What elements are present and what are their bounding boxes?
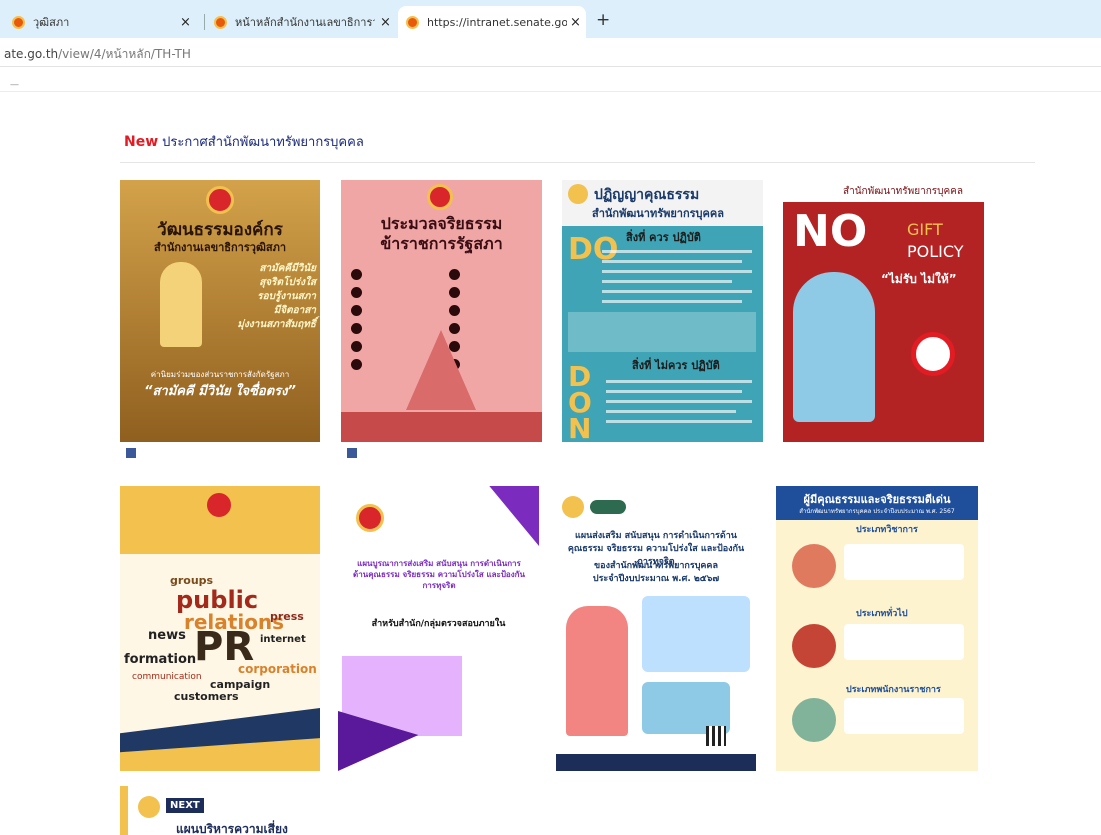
tab-senate[interactable]: วุฒิสภา × <box>12 6 191 38</box>
category-label: ประเภททั่วไป <box>856 609 908 619</box>
value-line: มีจิตอาสา <box>273 305 316 316</box>
poster-code-of-ethics[interactable]: ประมวลจริยธรรม ข้าราชการรัฐสภา <box>341 180 542 462</box>
slogan: “ไม่รับ ไม่ให้” <box>881 272 957 286</box>
tab-separator <box>204 14 205 30</box>
dont-heading: สิ่งที่ ไม่ควร ปฏิบัติ <box>632 359 720 372</box>
senate-emblem-icon <box>204 490 234 520</box>
gold-badge-icon <box>562 496 584 518</box>
tab-title: https://intranet.senate.go.th/view <box>427 15 567 29</box>
person-photo <box>792 624 836 668</box>
close-tab-icon[interactable]: × <box>380 15 391 30</box>
woman-photo <box>160 262 202 347</box>
word: corporation <box>238 662 317 676</box>
brand-logo: NEXT <box>166 798 204 813</box>
tab-senate-home[interactable]: หน้าหลักสำนักงานเลขาธิการวุฒิสภา × <box>214 6 394 38</box>
category-label: ประเภทพนักงานราชการ <box>846 685 941 695</box>
policy-text: POLICY <box>907 242 964 261</box>
poster-public-relations[interactable]: groups public relations press news PR in… <box>120 486 320 771</box>
tab-title: หน้าหลักสำนักงานเลขาธิการวุฒิสภา <box>235 16 375 29</box>
value-line: รอบรู้งานสภา <box>257 291 316 302</box>
poster-title: แผนบริหารความเสี่ยง <box>176 822 288 835</box>
poster-risk-management[interactable]: NEXT แผนบริหารความเสี่ยง <box>120 786 320 835</box>
word: internet <box>260 634 306 645</box>
poster-subtitle: สำนักงานเลขาธิการวุฒิสภา <box>153 241 287 254</box>
senate-favicon-icon <box>406 15 419 29</box>
poster-organization-culture[interactable]: วัฒนธรรมองค์กร สำนักงานเลขาธิการวุฒิสภา … <box>120 180 320 462</box>
gold-badge-icon <box>568 184 588 204</box>
tab-title: วุฒิสภา <box>33 16 70 29</box>
poster-subtitle: ข้าราชการรัฐสภา <box>380 234 503 253</box>
word: news <box>148 628 186 643</box>
close-tab-icon[interactable]: × <box>180 15 191 30</box>
senate-favicon-icon <box>12 15 25 29</box>
gold-badge-icon <box>138 796 160 818</box>
word: communication <box>132 672 202 682</box>
campaign-logo-icon <box>590 500 626 514</box>
poster-footer <box>783 442 984 462</box>
plan-year: ประจำปีงบประมาณ พ.ศ. ๒๕๖๗ <box>592 574 720 584</box>
url-path: /view/4/หน้าหลัก/TH-TH <box>58 47 191 61</box>
senate-emblem-icon <box>206 186 234 214</box>
poster-footer <box>562 442 763 462</box>
address-bar[interactable]: ate.go.th/view/4/หน้าหลัก/TH-TH <box>0 38 1101 67</box>
prohibited-gift-icon <box>911 332 955 376</box>
poster-org: สำนักพัฒนาทรัพยากรบุคคล <box>843 186 963 197</box>
category-label: ประเภทวิชาการ <box>856 525 918 535</box>
gift-text: GIFT <box>907 220 943 239</box>
slogan: “สามัคคี มีวินัย ใจซื่อตรง” <box>144 384 296 399</box>
section-heading[interactable]: New ประกาศสำนักพัฒนาทรัพยากรบุคคล <box>124 131 364 152</box>
poster-subtitle: สำนักพัฒนาทรัพยากรบุคคล ประจำปีงบประมาณ … <box>799 508 955 515</box>
poster-footer <box>120 442 320 462</box>
facebook-icon <box>126 448 136 458</box>
tab-intranet[interactable]: https://intranet.senate.go.th/view × <box>398 6 586 38</box>
facebook-icon <box>347 448 357 458</box>
no-text: NO <box>793 206 868 257</box>
person-photo <box>792 698 836 742</box>
url-host: ate.go.th <box>4 47 59 61</box>
senate-emblem-icon <box>427 184 453 210</box>
section-title: ประกาศสำนักพัฒนาทรัพยากรบุคคล <box>162 135 364 150</box>
page-top-marker: — <box>10 80 19 90</box>
section-divider <box>120 162 1035 163</box>
header-divider <box>0 91 1101 92</box>
value-line: มุ่งงานสภาสัมฤทธิ์ <box>237 319 316 330</box>
url-text[interactable]: ate.go.th/view/4/หน้าหลัก/TH-TH <box>4 45 191 64</box>
poster-integration-plan[interactable]: แผนบูรณาการส่งเสริม สนับสนุน การดำเนินกา… <box>338 486 539 771</box>
plan-headline: แผนบูรณาการส่งเสริม สนับสนุน การดำเนินกา… <box>353 559 525 590</box>
do-heading: สิ่งที่ ควร ปฏิบัติ <box>626 231 701 244</box>
senate-emblem-icon <box>356 504 384 532</box>
word: formation <box>124 652 197 667</box>
poster-org: สำนักพัฒนาทรัพยากรบุคคล <box>592 207 724 220</box>
senate-favicon-icon <box>214 15 227 29</box>
plan-org: ของสำนักพัฒนาทรัพยากรบุคคล <box>594 561 718 571</box>
word: customers <box>174 690 239 703</box>
man-photo <box>793 272 875 422</box>
qr-code-icon <box>706 726 726 746</box>
word: press <box>270 610 304 623</box>
poster-promotion-plan[interactable]: แผนส่งเสริม สนับสนุน การดำเนินการด้านคุณ… <box>556 486 756 771</box>
close-tab-icon[interactable]: × <box>570 15 581 30</box>
poster-title: ปฏิญญาคุณธรรม <box>594 187 700 203</box>
browser-tab-bar: วุฒิสภา × หน้าหลักสำนักงานเลขาธิการวุฒิส… <box>0 0 1101 38</box>
man-photo <box>566 606 628 736</box>
poster-ethics-exemplars[interactable]: ผู้มีคุณธรรมและจริยธรรมดีเด่น สำนักพัฒนา… <box>776 486 978 771</box>
person-photo <box>792 544 836 588</box>
plan-unit: สำหรับสำนัก/กลุ่มตรวจสอบภายใน <box>371 619 506 629</box>
poster-no-gift-policy[interactable]: สำนักพัฒนาทรัพยากรบุคคล NO GIFT POLICY “… <box>783 180 984 462</box>
value-line: สามัคคีมีวินัย <box>259 263 316 274</box>
group-photo <box>642 596 750 672</box>
poster-ethics-declaration[interactable]: ปฏิญญาคุณธรรม สำนักพัฒนาทรัพยากรบุคคล สิ… <box>562 180 763 462</box>
value-line: สุจริตโปร่งใส <box>259 277 316 288</box>
poster-footer <box>341 442 542 462</box>
new-tab-button[interactable]: + <box>596 10 610 30</box>
new-badge: New <box>124 134 159 150</box>
